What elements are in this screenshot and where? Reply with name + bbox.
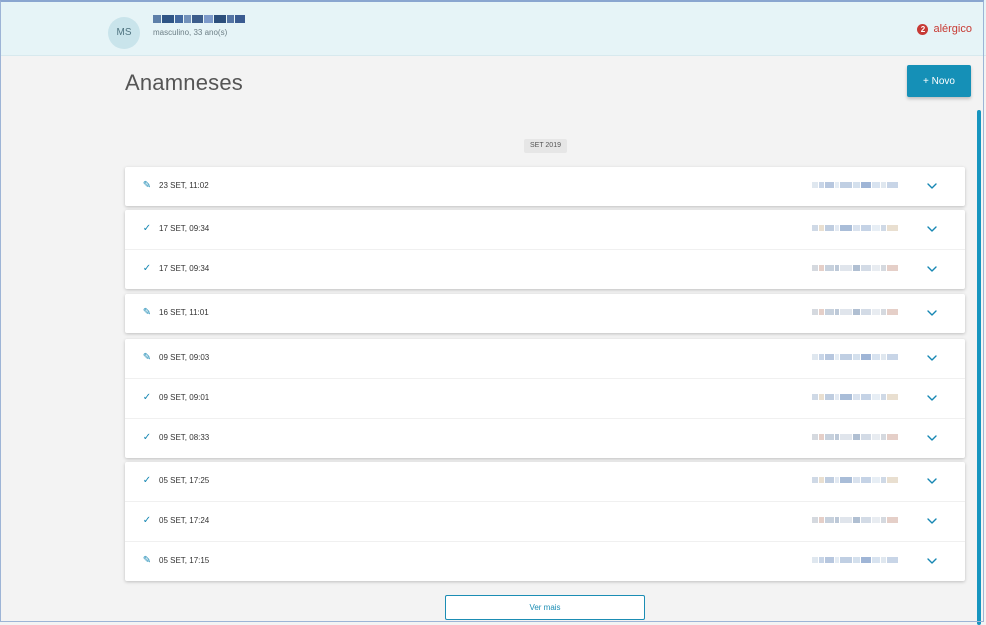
anamnesis-row[interactable]: ✓ 17 SET, 09:34	[125, 210, 965, 250]
anamnesis-group: ✓ 17 SET, 09:34 ✓ 17 SET, 09:34	[125, 210, 965, 289]
check-icon: ✓	[142, 515, 152, 526]
entry-author-redacted	[812, 225, 908, 233]
entry-datetime: 05 SET, 17:15	[159, 556, 210, 565]
chevron-down-icon[interactable]	[925, 222, 939, 236]
entry-datetime: 05 SET, 17:24	[159, 516, 210, 525]
chevron-down-icon[interactable]	[925, 179, 939, 193]
check-icon: ✓	[142, 263, 152, 274]
entry-datetime: 09 SET, 09:01	[159, 393, 210, 402]
chevron-down-icon[interactable]	[925, 554, 939, 568]
anamnesis-row[interactable]: ✎ 05 SET, 17:15	[125, 542, 965, 581]
check-icon: ✓	[142, 432, 152, 443]
entry-datetime: 17 SET, 09:34	[159, 264, 210, 273]
new-anamnesis-button[interactable]: + Novo	[907, 65, 971, 97]
anamnesis-row[interactable]: ✎ 16 SET, 11:01	[125, 294, 965, 333]
chevron-down-icon[interactable]	[925, 306, 939, 320]
entry-datetime: 09 SET, 08:33	[159, 433, 210, 442]
entry-datetime: 16 SET, 11:01	[159, 308, 209, 317]
chevron-down-icon[interactable]	[925, 431, 939, 445]
anamnesis-row[interactable]: ✓ 05 SET, 17:24	[125, 502, 965, 542]
entry-author-redacted	[812, 477, 908, 485]
entry-author-redacted	[812, 394, 908, 402]
allergy-count-badge: 2	[917, 23, 929, 35]
check-icon: ✓	[142, 475, 152, 486]
anamnesis-row[interactable]: ✓ 09 SET, 08:33	[125, 419, 965, 458]
patient-name-redacted	[153, 15, 251, 25]
check-icon: ✓	[142, 223, 152, 234]
pencil-icon: ✎	[142, 307, 152, 318]
anamnesis-group: ✎ 16 SET, 11:01	[125, 294, 965, 333]
anamnesis-group: ✎ 09 SET, 09:03 ✓ 09 SET, 09:01 ✓ 09 SET, 08:…	[125, 339, 965, 458]
load-more-button[interactable]: Ver mais	[445, 595, 645, 620]
anamnesis-row[interactable]: ✓ 05 SET, 17:25	[125, 462, 965, 502]
anamnesis-group: ✓ 05 SET, 17:25 ✓ 05 SET, 17:24 ✎ 05 SET, 17:…	[125, 462, 965, 581]
patient-header: MS masculino, 33 ano(s) 2 alérgico	[0, 0, 986, 56]
entry-author-redacted	[812, 354, 908, 362]
chevron-down-icon[interactable]	[925, 514, 939, 528]
chevron-down-icon[interactable]	[925, 391, 939, 405]
entry-datetime: 23 SET, 11:02	[159, 181, 209, 190]
chevron-down-icon[interactable]	[925, 474, 939, 488]
scrollbar[interactable]	[977, 110, 981, 625]
chevron-down-icon[interactable]	[925, 262, 939, 276]
patient-meta: masculino, 33 ano(s)	[153, 28, 228, 37]
pencil-icon: ✎	[142, 555, 152, 566]
anamnesis-row[interactable]: ✎ 23 SET, 11:02	[125, 167, 965, 206]
allergy-indicator[interactable]: 2 alérgico	[917, 23, 972, 35]
check-icon: ✓	[142, 392, 152, 403]
entry-datetime: 17 SET, 09:34	[159, 224, 210, 233]
anamnesis-group: ✎ 23 SET, 11:02	[125, 167, 965, 206]
entry-author-redacted	[812, 309, 908, 317]
pencil-icon: ✎	[142, 352, 152, 363]
chevron-down-icon[interactable]	[925, 351, 939, 365]
avatar: MS	[108, 17, 140, 49]
month-separator: SET 2019	[524, 139, 567, 153]
entry-author-redacted	[812, 265, 908, 273]
page-title: Anamneses	[125, 70, 243, 95]
entry-datetime: 05 SET, 17:25	[159, 476, 210, 485]
entry-author-redacted	[812, 557, 908, 565]
anamnesis-row[interactable]: ✓ 17 SET, 09:34	[125, 250, 965, 289]
entry-author-redacted	[812, 517, 908, 525]
entry-author-redacted	[812, 434, 908, 442]
anamnesis-row[interactable]: ✓ 09 SET, 09:01	[125, 379, 965, 419]
pencil-icon: ✎	[142, 180, 152, 191]
entry-author-redacted	[812, 182, 908, 190]
anamnesis-row[interactable]: ✎ 09 SET, 09:03	[125, 339, 965, 379]
allergy-label: alérgico	[933, 23, 972, 35]
entry-datetime: 09 SET, 09:03	[159, 353, 210, 362]
